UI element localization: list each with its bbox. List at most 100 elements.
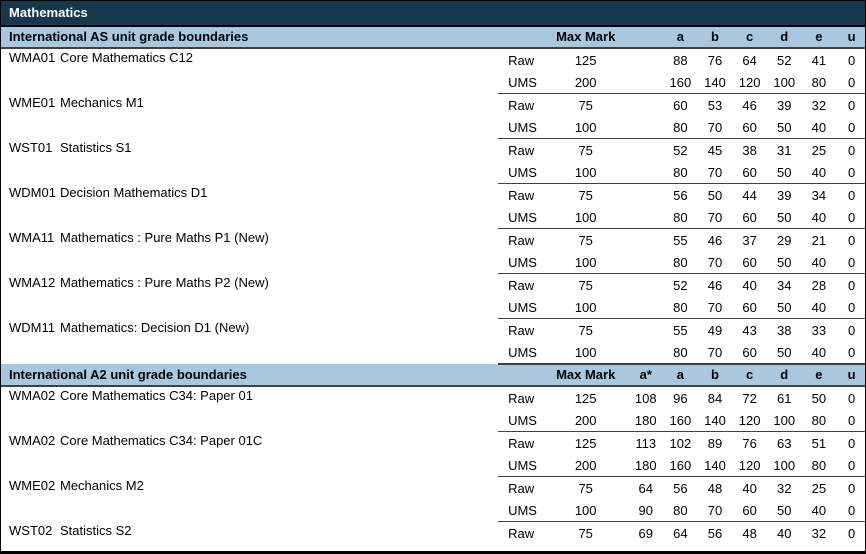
grade-boundary-value: 64 bbox=[742, 52, 757, 68]
grade-boundary-value: 52 bbox=[673, 277, 688, 293]
grade-boundary-value: 40 bbox=[801, 206, 837, 229]
grade-boundary-value: 60 bbox=[732, 296, 767, 319]
column-header-grade-d: d bbox=[766, 364, 802, 387]
unit-title: Mechanics M2 bbox=[60, 477, 144, 493]
grade-boundary-value: 32 bbox=[777, 480, 792, 496]
grade-boundary-value: 46 bbox=[742, 97, 757, 113]
unit-title: Statistics S1 bbox=[60, 139, 132, 155]
grade-boundary-value: 64 bbox=[638, 480, 654, 496]
grade-spacer-cell bbox=[628, 341, 664, 365]
scale-label-raw: Raw bbox=[508, 142, 535, 158]
unit-title: Mechanics M1 bbox=[60, 94, 144, 110]
grade-boundary-value: 70 bbox=[697, 161, 733, 184]
grade-boundary-value: 120 bbox=[732, 71, 767, 94]
grade-boundary-value: 60 bbox=[732, 116, 767, 139]
grade-boundary-value: 70 bbox=[697, 341, 733, 365]
unit-row: WMA02 Core Mathematics C34: Paper 01 Raw 12… bbox=[1, 386, 865, 409]
scale-label-ums: UMS bbox=[498, 341, 543, 365]
unit-row: WMA12 Mathematics : Pure Maths P2 (New) Ra… bbox=[1, 274, 865, 297]
grade-spacer-cell bbox=[628, 161, 664, 184]
max-mark-value: 100 bbox=[542, 341, 629, 365]
grade-boundary-value: 0 bbox=[847, 435, 856, 451]
grade-boundaries-table: Mathematics International AS unit grade b… bbox=[1, 1, 865, 554]
column-header-grade-u: u bbox=[836, 364, 865, 387]
grade-boundary-value: 38 bbox=[742, 142, 757, 158]
grade-boundary-value: 80 bbox=[663, 296, 698, 319]
max-mark-value: 75 bbox=[578, 187, 593, 203]
grade-boundary-value: 55 bbox=[673, 322, 688, 338]
grade-boundary-value: 102 bbox=[669, 435, 692, 451]
column-header-max-mark: Max Mark bbox=[542, 364, 629, 387]
unit-code: WST02 bbox=[9, 522, 53, 538]
grade-boundary-value: 0 bbox=[847, 480, 856, 496]
grade-boundary-value: 34 bbox=[777, 277, 792, 293]
grade-boundary-value: 56 bbox=[673, 480, 688, 496]
grade-boundary-value: 0 bbox=[836, 499, 865, 522]
grade-boundary-value: 40 bbox=[801, 296, 837, 319]
unit-code: WDM11 bbox=[9, 319, 55, 335]
grade-boundary-value: 0 bbox=[847, 277, 856, 293]
grade-boundary-value: 40 bbox=[742, 480, 757, 496]
unit-title: Core Mathematics C34: Paper 01C bbox=[60, 432, 263, 448]
grade-boundary-value: 40 bbox=[801, 161, 837, 184]
column-header-grade-astar: a* bbox=[628, 364, 664, 387]
column-header-grade-e: e bbox=[801, 26, 837, 49]
grade-boundary-value: 0 bbox=[836, 454, 865, 477]
grade-boundary-value: 45 bbox=[707, 142, 723, 158]
scale-label-raw: Raw bbox=[508, 277, 535, 293]
grade-boundary-value: 80 bbox=[663, 499, 698, 522]
unit-row: WMA02 Core Mathematics C34: Paper 01C Raw 1… bbox=[1, 432, 865, 455]
grade-boundary-value: 41 bbox=[811, 52, 827, 68]
column-header-grade-u: u bbox=[836, 26, 865, 49]
grade-boundary-value: 60 bbox=[732, 341, 767, 365]
grade-spacer-cell bbox=[628, 184, 663, 207]
scale-label-raw: Raw bbox=[508, 435, 535, 451]
grade-boundary-value: 40 bbox=[801, 116, 837, 139]
grade-boundary-value: 180 bbox=[628, 409, 664, 432]
grade-boundary-value: 100 bbox=[766, 454, 802, 477]
unit-title: Mathematics : Pure Maths P2 (New) bbox=[60, 274, 269, 290]
grade-boundary-value: 70 bbox=[697, 296, 733, 319]
grade-boundary-value: 60 bbox=[732, 206, 767, 229]
grade-boundary-value: 39 bbox=[777, 97, 792, 113]
grade-boundary-value: 80 bbox=[801, 454, 837, 477]
grade-boundary-value: 0 bbox=[847, 525, 856, 541]
grade-boundary-value: 140 bbox=[697, 71, 733, 94]
max-mark-value: 75 bbox=[578, 97, 593, 113]
unit-title: Mathematics: Decision D1 (New) bbox=[60, 319, 250, 335]
max-mark-value: 75 bbox=[578, 142, 593, 158]
grade-boundary-value: 37 bbox=[742, 232, 757, 248]
unit-row: WST01 Statistics S1 Raw 75 52 45 38 31 25 0 bbox=[1, 139, 865, 162]
grade-boundary-value: 80 bbox=[801, 71, 837, 94]
grade-boundary-value: 52 bbox=[777, 52, 792, 68]
grade-boundary-value: 50 bbox=[766, 206, 802, 229]
grade-boundary-value: 48 bbox=[707, 480, 723, 496]
unit-code: WMA12 bbox=[9, 274, 56, 290]
grade-boundary-value: 63 bbox=[777, 435, 792, 451]
scale-label-ums: UMS bbox=[498, 71, 543, 94]
unit-code: WME01 bbox=[9, 94, 56, 110]
scale-label-raw: Raw bbox=[508, 97, 535, 113]
unit-row: WME01 Mechanics M1 Raw 75 60 53 46 39 32 0 bbox=[1, 94, 865, 117]
grade-boundary-value: 34 bbox=[811, 187, 827, 203]
grade-boundary-value: 32 bbox=[811, 97, 827, 113]
max-mark-value: 125 bbox=[574, 435, 597, 451]
grade-boundary-value: 0 bbox=[847, 232, 856, 248]
grade-spacer-cell bbox=[628, 71, 664, 94]
grade-boundary-value: 70 bbox=[697, 499, 733, 522]
column-header-spacer bbox=[628, 26, 664, 49]
grade-boundary-value: 70 bbox=[697, 206, 733, 229]
grade-boundary-value: 0 bbox=[836, 341, 865, 365]
max-mark-value: 100 bbox=[542, 499, 629, 522]
section-header-row: International A2 unit grade boundaries Ma… bbox=[1, 364, 865, 387]
grade-boundary-value: 120 bbox=[732, 454, 767, 477]
column-header-grade-b: b bbox=[697, 364, 733, 387]
unit-title: Statistics S2 bbox=[60, 522, 132, 538]
grade-boundary-value: 100 bbox=[766, 71, 802, 94]
grade-boundary-value: 33 bbox=[811, 322, 827, 338]
grade-boundary-value: 0 bbox=[836, 251, 865, 274]
grade-boundary-value: 0 bbox=[847, 142, 856, 158]
grade-boundary-value: 180 bbox=[628, 454, 664, 477]
max-mark-value: 200 bbox=[542, 454, 629, 477]
scale-label-ums: UMS bbox=[498, 251, 543, 274]
